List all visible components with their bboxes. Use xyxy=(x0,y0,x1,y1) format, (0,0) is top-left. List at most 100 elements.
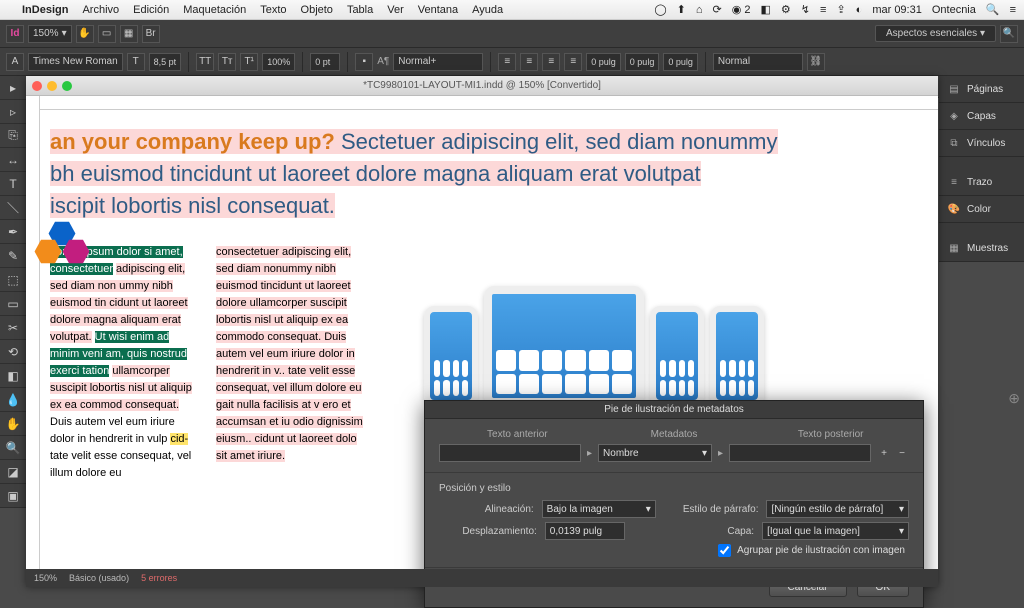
direct-select-icon[interactable]: ▹ xyxy=(0,100,26,124)
para-style[interactable]: Normal+ xyxy=(393,53,483,71)
gap-tool-icon[interactable]: ↔ xyxy=(0,148,26,172)
text-after-input[interactable] xyxy=(729,444,871,462)
menu-archivo[interactable]: Archivo xyxy=(82,4,119,16)
status-icon[interactable]: ◉ 2 xyxy=(732,3,751,16)
offset-input[interactable] xyxy=(545,522,625,540)
font-family[interactable]: Times New Roman xyxy=(28,53,123,71)
zoom-icon[interactable] xyxy=(62,81,72,91)
status-icon[interactable]: ◯ xyxy=(654,3,666,16)
user-name[interactable]: Ontecnia xyxy=(932,4,976,16)
scissors-icon[interactable]: ✂ xyxy=(0,316,26,340)
search-icon[interactable]: 🔍 xyxy=(1000,25,1018,43)
hex-graphic[interactable] xyxy=(34,221,94,271)
spotlight-icon[interactable]: 🔍 xyxy=(986,3,1000,16)
pstyle-select[interactable]: [Ningún estilo de párrafo]▾ xyxy=(766,500,909,518)
status-icon[interactable]: ≡ xyxy=(820,4,826,16)
page-tool-icon[interactable]: ⎘ xyxy=(0,124,26,148)
pencil-tool-icon[interactable]: ✎ xyxy=(0,244,26,268)
tt-small-icon[interactable]: Tт xyxy=(218,53,236,71)
font-size[interactable]: 8,5 pt xyxy=(149,53,182,71)
kerning[interactable]: 0 pt xyxy=(310,53,340,71)
clock[interactable]: mar 09:31 xyxy=(872,4,922,16)
menu-maquetacion[interactable]: Maquetación xyxy=(183,4,246,16)
screen-mode-icon[interactable]: ▣ xyxy=(0,484,26,508)
notif-icon[interactable]: ≡ xyxy=(1010,4,1016,16)
align-right-icon[interactable]: ≡ xyxy=(542,53,560,71)
char-style[interactable]: Normal xyxy=(713,53,803,71)
status-icon[interactable]: ◧ xyxy=(761,3,771,16)
panel-trazo[interactable]: ≡Trazo xyxy=(939,169,1024,196)
zoom-field[interactable]: 150%▾ xyxy=(28,25,72,43)
align-center-icon[interactable]: ≡ xyxy=(520,53,538,71)
menu-tabla[interactable]: Tabla xyxy=(347,4,373,16)
eyedropper-icon[interactable]: 💧 xyxy=(0,388,26,412)
rect-frame-icon[interactable]: ⬚ xyxy=(0,268,26,292)
superscript-icon[interactable]: T¹ xyxy=(240,53,258,71)
status-zoom[interactable]: 150% xyxy=(34,573,57,583)
gradient-icon[interactable]: ◧ xyxy=(0,364,26,388)
indent[interactable]: 0 pulg xyxy=(663,53,698,71)
pen-tool-icon[interactable]: ✒ xyxy=(0,220,26,244)
line-tool-icon[interactable]: ＼ xyxy=(0,196,26,220)
rect-tool-icon[interactable]: ▭ xyxy=(0,292,26,316)
status-icon[interactable]: ⟳ xyxy=(713,3,722,16)
text-column-2[interactable]: consectetuer adipiscing elit, sed diam n… xyxy=(216,244,364,483)
status-spread[interactable]: Básico (usado) xyxy=(69,573,129,583)
metadata-select[interactable]: Nombre▾ xyxy=(598,444,712,462)
bridge-icon[interactable]: Br xyxy=(142,25,160,43)
panel-capas[interactable]: ◈Capas xyxy=(939,103,1024,130)
status-icon[interactable]: ◐ xyxy=(856,4,863,16)
panel-vinculos[interactable]: ⧉Vínculos xyxy=(939,130,1024,157)
add-row-button[interactable]: + xyxy=(877,448,891,459)
tt-upper-icon[interactable]: TT xyxy=(196,53,214,71)
menu-ventana[interactable]: Ventana xyxy=(418,4,458,16)
status-icon[interactable]: ⇪ xyxy=(836,3,845,16)
layer-select[interactable]: [Igual que la imagen]▾ xyxy=(762,522,909,540)
minimize-icon[interactable] xyxy=(47,81,57,91)
status-icon[interactable]: ⌂ xyxy=(696,4,703,16)
close-icon[interactable] xyxy=(32,81,42,91)
text-column-1[interactable]: Lorem ipsum dolor si amet, consectetuer … xyxy=(50,244,198,483)
stroke-icon: ≡ xyxy=(947,175,961,189)
status-errors[interactable]: 5 errores xyxy=(141,573,177,583)
app-name[interactable]: InDesign xyxy=(22,4,68,16)
view-icon[interactable]: ▭ xyxy=(98,25,116,43)
char-panel: A Times New Roman T 8,5 pt TT Tт T¹ 100%… xyxy=(0,48,1024,76)
status-icon[interactable]: ⚙ xyxy=(781,3,791,16)
group-checkbox[interactable] xyxy=(718,544,731,557)
status-icon[interactable]: ⬆ xyxy=(677,3,686,16)
chain-icon[interactable]: ⛓ xyxy=(807,53,825,71)
links-icon: ⧉ xyxy=(947,136,961,150)
menu-ver[interactable]: Ver xyxy=(387,4,404,16)
panel-color[interactable]: 🎨Color xyxy=(939,196,1024,223)
menu-texto[interactable]: Texto xyxy=(260,4,286,16)
char-mode-icon[interactable]: A xyxy=(6,53,24,71)
panel-muestras[interactable]: ▦Muestras xyxy=(939,235,1024,262)
headline-text[interactable]: an your company keep up? Sectetuer adipi… xyxy=(50,126,914,222)
menu-objeto[interactable]: Objeto xyxy=(301,4,333,16)
transform-icon[interactable]: ⟲ xyxy=(0,340,26,364)
status-icon[interactable]: ↯ xyxy=(801,3,810,16)
fill-icon[interactable]: ▪ xyxy=(355,53,373,71)
remove-row-button[interactable]: − xyxy=(895,448,909,459)
view-icon[interactable]: ▦ xyxy=(120,25,138,43)
indent[interactable]: 0 pulg xyxy=(625,53,660,71)
align-justify-icon[interactable]: ≡ xyxy=(564,53,582,71)
panel-paginas[interactable]: ▤Páginas xyxy=(939,76,1024,103)
menu-ayuda[interactable]: Ayuda xyxy=(472,4,503,16)
zoom-tool-icon[interactable]: 🔍 xyxy=(0,436,26,460)
workspace-switcher[interactable]: Aspectos esenciales ▾ xyxy=(875,25,996,42)
text-before-input[interactable] xyxy=(439,444,581,462)
hand-tool-icon[interactable]: ✋ xyxy=(0,412,26,436)
zoom-indicator-icon[interactable]: ⊕ xyxy=(1008,390,1020,407)
devices-image[interactable] xyxy=(424,236,764,406)
menu-edicion[interactable]: Edición xyxy=(133,4,169,16)
fill-stroke-icon[interactable]: ◪ xyxy=(0,460,26,484)
align-left-icon[interactable]: ≡ xyxy=(498,53,516,71)
indent[interactable]: 0 pulg xyxy=(586,53,621,71)
align-select[interactable]: Bajo la imagen▾ xyxy=(542,500,656,518)
hand-icon[interactable]: ✋ xyxy=(76,25,94,43)
selection-tool-icon[interactable]: ▸ xyxy=(0,76,26,100)
type-tool-icon[interactable]: T xyxy=(0,172,26,196)
tracking[interactable]: 100% xyxy=(262,53,295,71)
